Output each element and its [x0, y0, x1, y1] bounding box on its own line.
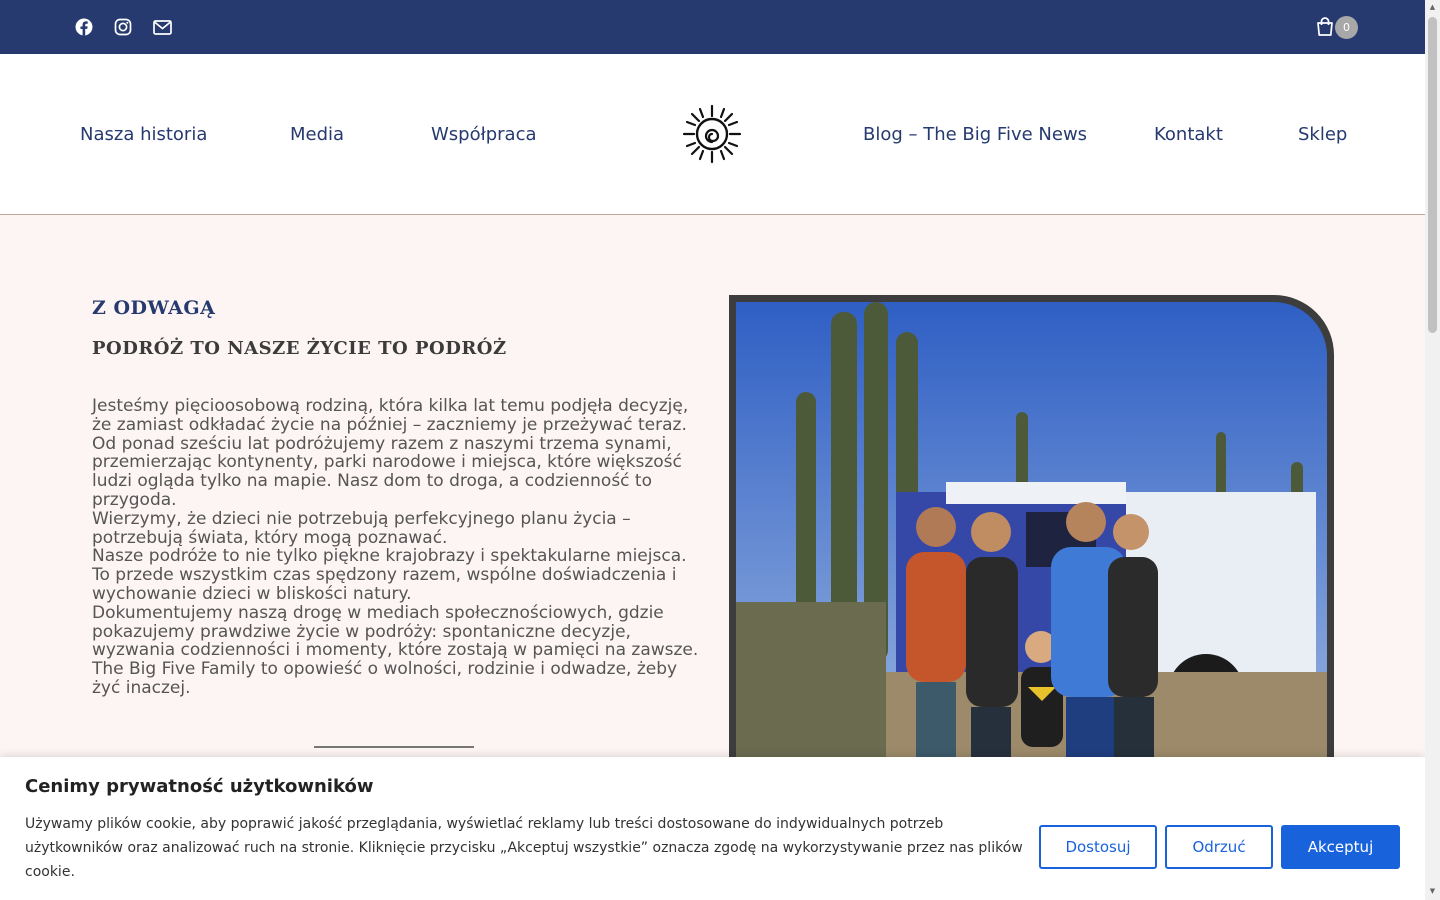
facebook-icon[interactable]: [74, 17, 94, 37]
instagram-icon[interactable]: [113, 17, 133, 37]
mail-icon[interactable]: [152, 17, 172, 37]
family-photo: [736, 302, 1327, 772]
cookie-title: Cenimy prywatność użytkowników: [25, 776, 374, 797]
site-header: Nasza historia Media Współpraca Blog – T…: [0, 54, 1425, 215]
scrollbar-thumb[interactable]: [1428, 17, 1437, 333]
intro-paragraph: Dokumentujemy naszą drogę w mediach społ…: [92, 602, 699, 661]
intro-text: Jesteśmy pięcioosobową rodziną, która ki…: [92, 397, 702, 698]
section-eyebrow: Z ODWAGĄ: [92, 297, 216, 319]
nav-item-sklep[interactable]: Sklep: [1298, 124, 1347, 145]
reject-button[interactable]: Odrzuć: [1165, 825, 1273, 869]
sun-logo-icon[interactable]: [682, 104, 742, 164]
intro-paragraph: Nasze podróże to nie tylko piękne krajob…: [92, 546, 687, 604]
intro-paragraph: Wierzymy, że dzieci nie potrzebują perfe…: [92, 508, 631, 548]
section-divider: [314, 746, 474, 748]
nav-item-blog[interactable]: Blog – The Big Five News: [863, 124, 1087, 145]
nav-item-kontakt[interactable]: Kontakt: [1154, 124, 1223, 145]
top-bar: 0: [0, 0, 1425, 54]
nav-item-nasza-historia[interactable]: Nasza historia: [80, 124, 207, 145]
nav-item-media[interactable]: Media: [290, 124, 344, 145]
section-heading: PODRÓŻ TO NASZE ŻYCIE TO PODRÓŻ: [92, 338, 507, 359]
intro-paragraph: Jesteśmy pięcioosobową rodziną, która ki…: [92, 396, 689, 435]
cookie-banner: Cenimy prywatność użytkowników Używamy p…: [0, 757, 1425, 900]
scroll-down-arrow-icon[interactable]: ▼: [1428, 886, 1437, 896]
intro-paragraph: The Big Five Family to opowieść o wolnoś…: [92, 659, 678, 698]
customize-button[interactable]: Dostosuj: [1039, 825, 1157, 869]
accept-button[interactable]: Akceptuj: [1281, 825, 1400, 869]
cookie-description: Używamy plików cookie, aby poprawić jako…: [25, 816, 1023, 880]
nav-item-wspolpraca[interactable]: Współpraca: [431, 124, 537, 145]
cart-count-badge[interactable]: 0: [1335, 16, 1358, 39]
scroll-up-arrow-icon[interactable]: ▲: [1428, 2, 1437, 12]
intro-paragraph: Od ponad sześciu lat podróżujemy razem z…: [92, 433, 682, 510]
cart-icon[interactable]: [1314, 16, 1336, 38]
